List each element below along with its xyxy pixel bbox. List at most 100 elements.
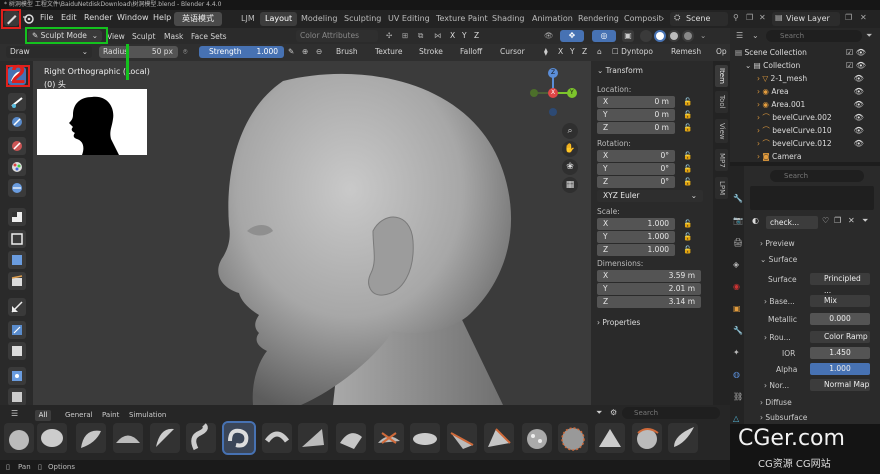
workspace-tab-texture-paint[interactable]: Texture Paint	[431, 12, 493, 26]
location-y-field[interactable]: Y 0 m	[597, 109, 675, 121]
lock-rotation-y-icon[interactable]: 🔓	[683, 164, 692, 173]
eye-icon[interactable]: 👁	[846, 137, 876, 150]
physics-tab-icon[interactable]: ◍	[733, 370, 740, 379]
menu-mask[interactable]: Mask	[164, 32, 183, 41]
zoom-icon[interactable]: ⌕	[562, 123, 578, 139]
workspace-tab-uv-editing[interactable]: UV Editing	[383, 12, 435, 26]
outliner-search[interactable]: Search	[766, 30, 862, 42]
eye-icon[interactable]: 👁	[846, 85, 876, 98]
fake-user-icon[interactable]: ♡	[822, 216, 829, 225]
shelf-tab-simulation[interactable]: Simulation	[129, 411, 166, 419]
object-tab-icon[interactable]: ▣	[733, 304, 741, 313]
language-mode-button[interactable]: 英语模式	[174, 12, 222, 26]
preview-panel-header[interactable]: › Preview	[760, 239, 795, 248]
scale-x-field[interactable]: X 1.000	[597, 218, 675, 230]
rotation-mode-dropdown[interactable]: XYZ Euler ⌄	[597, 190, 703, 202]
rotation-x-field[interactable]: X 0°	[597, 150, 675, 162]
material-name-field[interactable]: check...	[766, 216, 818, 229]
rotation-z-field[interactable]: Z 0°	[597, 176, 675, 188]
brush-thumb-16[interactable]	[558, 423, 588, 453]
lock-location-z-icon[interactable]: 🔓	[683, 123, 692, 132]
brush-thumb-6[interactable]	[186, 423, 216, 453]
tool-box-hide[interactable]	[8, 230, 26, 248]
color-attributes-dropdown[interactable]: Color Attributes	[296, 30, 378, 42]
checkbox-icon[interactable]: ☑ 👁	[846, 46, 876, 59]
brush-thumb-12[interactable]	[410, 423, 440, 453]
menu-view[interactable]: View	[107, 32, 125, 41]
dropdown-falloff[interactable]: Falloff	[460, 47, 482, 56]
eye-icon[interactable]: 👁	[846, 98, 876, 111]
menu-help[interactable]: Help	[153, 13, 171, 22]
tool-mesh-filter[interactable]	[8, 321, 26, 339]
properties-header[interactable]: › Properties	[597, 318, 640, 327]
shelf-tab-general[interactable]: General	[65, 411, 93, 419]
tool-mask[interactable]	[8, 137, 26, 155]
brush-thumb-15[interactable]	[522, 423, 552, 453]
shelf-tab-paint[interactable]: Paint	[102, 411, 119, 419]
roughness-field[interactable]: Color Ramp	[810, 331, 870, 343]
lock-scale-x-icon[interactable]: 🔓	[683, 219, 692, 228]
metallic-field[interactable]: 0.000	[810, 313, 870, 325]
particles-tab-icon[interactable]: ✦	[733, 348, 740, 357]
workspace-tab-modeling[interactable]: Modeling	[296, 12, 342, 26]
menu-edit[interactable]: Edit	[61, 13, 77, 22]
workspace-tab-layout[interactable]: Layout	[260, 12, 298, 26]
transform-header[interactable]: ⌄ Transform	[597, 66, 643, 75]
menu-render[interactable]: Render	[84, 13, 112, 22]
eye-icon[interactable]: 👁	[846, 111, 876, 124]
outliner-filter-icon[interactable]: ⌄	[752, 31, 759, 40]
workspace-tab-ljm[interactable]: LJM	[236, 12, 260, 26]
sidebar-tab-item[interactable]: Item	[715, 65, 728, 87]
dropdown-brush[interactable]: Brush	[336, 47, 358, 56]
outliner-editor-icon[interactable]: ☰	[736, 31, 743, 40]
normal-row-label[interactable]: › Nor...	[764, 381, 789, 390]
workspace-tab-shading[interactable]: Shading	[487, 12, 530, 26]
direction-icon[interactable]: ⊖	[316, 47, 322, 56]
scale-z-field[interactable]: Z 1.000	[597, 244, 675, 256]
surface-panel-header[interactable]: ⌄ Surface	[760, 255, 797, 264]
grid-snap-icon[interactable]: ⊞	[402, 31, 408, 40]
shading-wireframe-icon[interactable]	[640, 30, 652, 42]
shading-rendered-icon[interactable]	[682, 30, 694, 42]
transform-icon[interactable]: ✣	[386, 31, 392, 40]
unlink-material-icon[interactable]: ✕	[848, 216, 855, 225]
blender-logo-icon[interactable]	[22, 13, 34, 25]
header-axis-z[interactable]: Z	[474, 31, 479, 40]
menu-file[interactable]: File	[40, 13, 53, 22]
perspective-grid-icon[interactable]: ▦	[562, 177, 578, 193]
menu-sculpt[interactable]: Sculpt	[132, 32, 155, 41]
shading-material-icon[interactable]	[668, 30, 680, 42]
scene-new-icon[interactable]: ❐	[746, 13, 753, 22]
shelf-settings-icon[interactable]: ⚙	[610, 408, 617, 417]
location-z-field[interactable]: Z 0 m	[597, 122, 675, 134]
tool-line-project[interactable]	[8, 298, 26, 316]
brush-thumb-14[interactable]	[484, 423, 514, 453]
filter-icon[interactable]: ⏷	[862, 216, 868, 226]
brush-thumb-draw[interactable]	[222, 421, 256, 455]
diffuse-panel-header[interactable]: › Diffuse	[760, 398, 792, 407]
tool-box-trim[interactable]	[8, 272, 26, 290]
tool-transform[interactable]	[8, 388, 26, 406]
mirror-icon[interactable]: ⧉	[418, 31, 423, 41]
tool-smooth[interactable]	[8, 93, 26, 111]
tool-cloth-filter[interactable]	[8, 342, 26, 360]
surface-shader-field[interactable]: Principled ...	[810, 273, 870, 295]
ior-field[interactable]: 1.450	[810, 347, 870, 359]
tool-edit-face-set[interactable]	[8, 367, 26, 385]
workspace-tab-animation[interactable]: Animation	[527, 12, 578, 26]
camera-view-icon[interactable]: ❀	[562, 159, 578, 175]
workspace-scroll-icon[interactable]: ›	[661, 14, 664, 23]
view-layer-close-icon[interactable]: ✕	[860, 13, 867, 22]
pan-hand-icon[interactable]: ✋	[562, 141, 578, 157]
constraints-tab-icon[interactable]: ⛓	[733, 392, 743, 401]
brush-thumb-4[interactable]	[113, 423, 143, 453]
radius-unit-icon[interactable]: ⌾	[183, 47, 188, 57]
dropdown-cursor[interactable]: Cursor	[500, 47, 525, 56]
data-tab-icon[interactable]: △	[733, 414, 739, 423]
shading-solid-icon[interactable]	[654, 30, 666, 42]
scene-close-icon[interactable]: ✕	[759, 13, 766, 22]
brush-thumb-1[interactable]	[4, 423, 34, 453]
dropdown-stroke[interactable]: Stroke	[419, 47, 443, 56]
brush-thumb-10[interactable]	[336, 423, 366, 453]
sidebar-tab-view[interactable]: View	[715, 119, 728, 143]
